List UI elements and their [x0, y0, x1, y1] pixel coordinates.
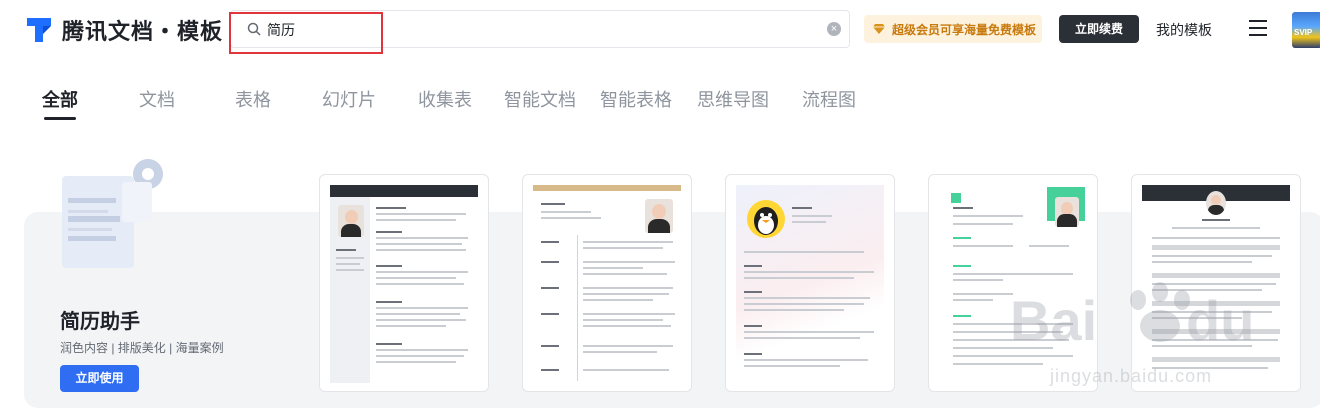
search-icon	[247, 22, 261, 41]
tab-flowchart[interactable]: 流程图	[802, 86, 856, 112]
resume-template-card[interactable]	[319, 174, 489, 392]
use-now-button[interactable]: 立即使用	[60, 365, 139, 392]
tab-slides[interactable]: 幻灯片	[322, 86, 376, 112]
tab-mind-map[interactable]: 思维导图	[697, 86, 769, 112]
vip-promo-banner[interactable]: 超级会员可享海量免费模板	[864, 15, 1042, 43]
renew-button[interactable]: 立即续费	[1059, 15, 1139, 43]
resume-template-card[interactable]	[522, 174, 692, 392]
clear-search-icon[interactable]: ×	[827, 22, 841, 36]
resume-template-preview	[533, 185, 681, 383]
active-tab-indicator	[44, 117, 76, 120]
resume-template-preview	[1142, 185, 1290, 383]
menu-icon[interactable]	[1249, 20, 1267, 36]
tencent-docs-logo-icon	[24, 15, 54, 45]
resume-template-preview	[736, 185, 884, 383]
vip-promo-text: 超级会员可享海量免费模板	[892, 22, 1037, 37]
search-box[interactable]: 简历 ×	[230, 10, 850, 48]
tab-docs[interactable]: 文档	[139, 86, 175, 112]
avatar[interactable]: SVIP	[1292, 12, 1320, 48]
my-templates-link[interactable]: 我的模板	[1156, 20, 1212, 40]
tab-smart-docs[interactable]: 智能文档	[504, 86, 576, 112]
tab-smart-sheets[interactable]: 智能表格	[600, 86, 672, 112]
penguin-avatar-icon	[746, 199, 786, 239]
search-input[interactable]: 简历	[267, 20, 295, 40]
resume-template-preview	[330, 185, 478, 383]
resume-template-card[interactable]	[725, 174, 895, 392]
app-title: 腾讯文档・模板	[62, 19, 224, 44]
resume-assistant-subtitle: 润色内容 | 排版美化 | 海量案例	[60, 341, 224, 355]
tab-sheets[interactable]: 表格	[235, 86, 271, 112]
resume-assistant-illustration	[60, 158, 170, 268]
diamond-icon	[873, 24, 885, 34]
app-logo[interactable]: 腾讯文档・模板	[24, 14, 223, 46]
resume-assistant-title: 简历助手	[60, 311, 140, 333]
resume-template-card[interactable]	[1131, 174, 1301, 392]
resume-template-card[interactable]	[928, 174, 1098, 392]
resume-template-preview	[939, 185, 1087, 383]
category-tabs: 全部 文档 表格 幻灯片 收集表 智能文档 智能表格 思维导图 流程图	[0, 86, 1320, 126]
tab-forms[interactable]: 收集表	[418, 86, 472, 112]
tab-all[interactable]: 全部	[42, 86, 78, 112]
